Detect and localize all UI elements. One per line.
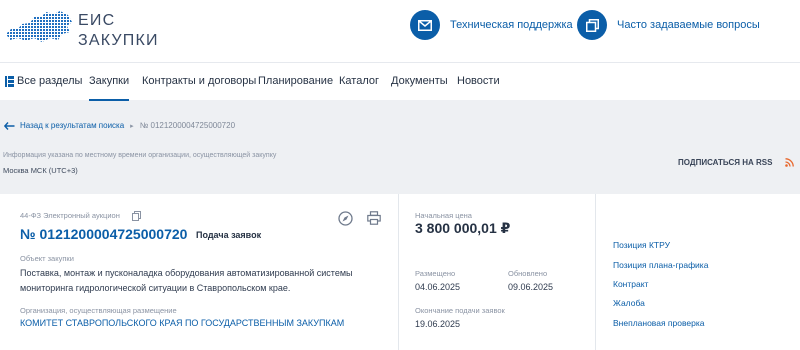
breadcrumb-separator-icon: ▸ [130,122,134,130]
initial-price: 3 800 000,01 ₽ [415,220,511,236]
support-link[interactable]: Техническая поддержка [410,10,573,40]
russia-map-logo-icon[interactable] [4,8,74,46]
subject-label: Объект закупки [20,254,74,263]
faq-link[interactable]: Часто задаваемые вопросы [577,10,760,40]
windows-icon [577,10,607,40]
purchase-number[interactable]: № 0121200004725000720 [20,226,187,242]
breadcrumb: Назад к результатам поиска ▸ № 012120000… [4,121,235,130]
purchase-stage: Подача заявок [196,230,262,240]
purchase-card: 44-ФЗ Электронный аукцион № 012120000472… [0,194,800,350]
deadline-date: 19.06.2025 [415,319,461,329]
rss-subscribe-link[interactable]: ПОДПИСАТЬСЯ НА RSS [678,158,772,167]
updated-date: 09.06.2025 [508,282,554,292]
nav-item-catalog[interactable]: Каталог [339,75,379,87]
timezone-note: Информация указана по местному времени о… [3,152,277,159]
logo-line-1: ЕИС [78,12,116,29]
unscheduled-inspection-link[interactable]: Внеплановая проверка [613,318,704,328]
price-label: Начальная цена [415,211,472,220]
logo-line-2: ЗАКУПКИ [78,32,159,49]
back-to-results-link[interactable]: Назад к результатам поиска [4,121,124,130]
law-type: 44-ФЗ Электронный аукцион [20,211,120,220]
posted-date: 04.06.2025 [415,282,461,292]
site-header: ЕИС ЗАКУПКИ Техническая поддержка Часто … [0,0,800,62]
print-icon[interactable] [367,211,381,225]
nav-item-planning[interactable]: Планирование [258,75,333,87]
org-label: Организация, осуществляющая размещение [20,306,177,315]
nav-item-contracts[interactable]: Контракты и договоры [142,75,256,87]
logo-text[interactable]: ЕИС ЗАКУПКИ [78,11,159,51]
ktru-position-link[interactable]: Позиция КТРУ [613,240,670,250]
timezone-value: Москва МСК (UTC+3) [3,166,78,175]
mail-icon [410,10,440,40]
updated-label: Обновлено [508,269,548,278]
organization-link[interactable]: КОМИТЕТ СТАВРОПОЛЬСКОГО КРАЯ ПО ГОСУДАРС… [20,318,344,328]
copy-icon[interactable] [132,211,141,221]
posted-label: Размещено [415,269,456,278]
purchase-subject: Поставка, монтаж и пусконаладка оборудов… [20,268,353,293]
main-nav: Все разделы Закупки Контракты и договоры… [0,62,800,101]
rss-icon[interactable] [785,158,794,167]
sections-grid-icon [5,76,14,87]
breadcrumb-current: № 0121200004725000720 [139,121,236,130]
complaint-link[interactable]: Жалоба [613,298,645,308]
nav-item-documents[interactable]: Документы [391,75,448,87]
support-label: Техническая поддержка [450,19,573,31]
back-to-results-label: Назад к результатам поиска [20,121,125,130]
nav-item-all-sections[interactable]: Все разделы [17,75,82,87]
plan-schedule-position-link[interactable]: Позиция плана-графика [613,260,708,270]
column-divider [398,194,399,350]
column-divider [595,194,596,350]
deadline-label: Окончание подачи заявок [415,306,505,315]
faq-label: Часто задаваемые вопросы [617,19,760,31]
compass-icon[interactable] [338,211,353,226]
contract-link[interactable]: Контракт [613,279,648,289]
nav-item-news[interactable]: Новости [457,75,500,87]
nav-item-purchases[interactable]: Закупки [89,75,130,101]
arrow-left-icon [4,121,15,130]
